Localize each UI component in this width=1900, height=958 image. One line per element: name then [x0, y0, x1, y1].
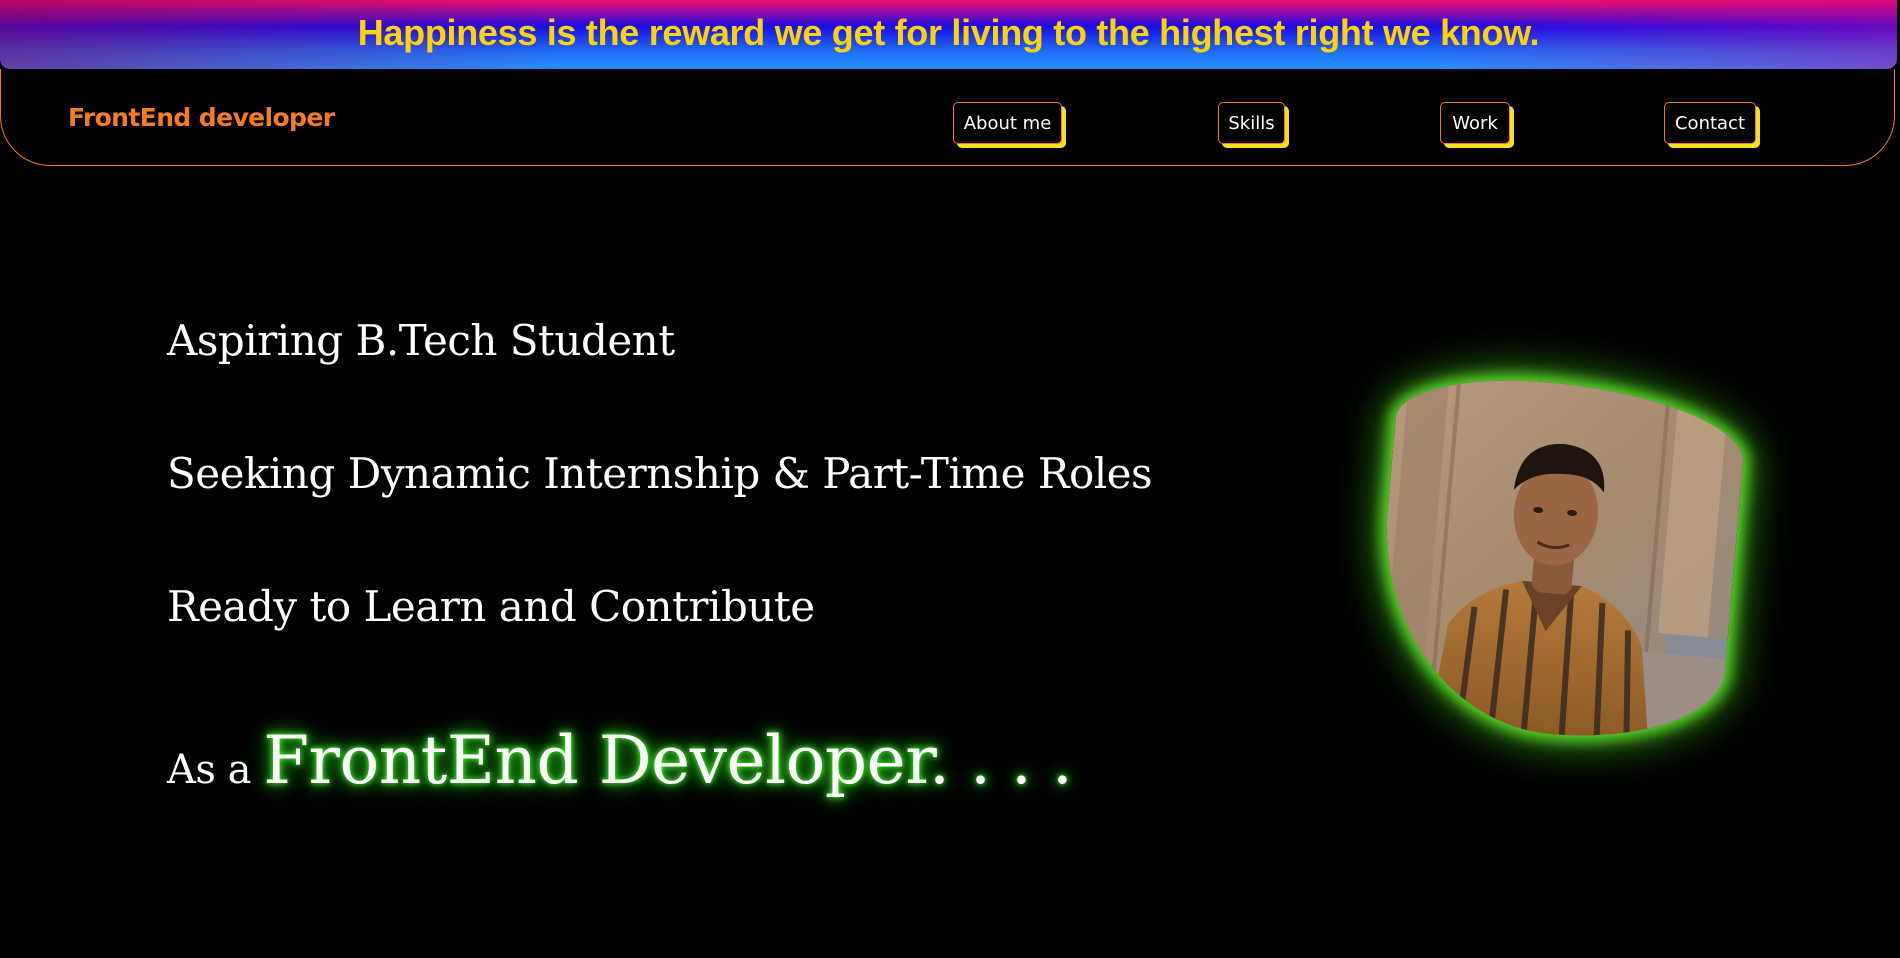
navbar: FrontEnd developer About me Skills Work … — [0, 69, 1895, 166]
nav-contact-button[interactable]: Contact — [1664, 102, 1756, 144]
profile-photo-illustration — [1369, 369, 1749, 749]
hero-line-seeking: Seeking Dynamic Internship & Part-Time R… — [167, 449, 1153, 498]
hero-role-prefix: As a — [167, 747, 251, 793]
profile-photo — [1369, 369, 1749, 749]
brand-title[interactable]: FrontEnd developer — [68, 103, 335, 132]
nav-skills-button[interactable]: Skills — [1218, 102, 1285, 144]
nav-about-me-button[interactable]: About me — [953, 102, 1062, 144]
hero-role-highlight: FrontEnd Developer. . . . — [263, 722, 1073, 799]
quote-banner: Happiness is the reward we get for livin… — [0, 0, 1897, 69]
hero-role-line: As a FrontEnd Developer. . . . — [167, 722, 1073, 799]
nav-work-button[interactable]: Work — [1440, 102, 1510, 144]
hero-line-ready: Ready to Learn and Contribute — [167, 582, 815, 631]
banner-quote: Happiness is the reward we get for livin… — [357, 11, 1540, 53]
hero-line-student: Aspiring B.Tech Student — [167, 316, 675, 365]
